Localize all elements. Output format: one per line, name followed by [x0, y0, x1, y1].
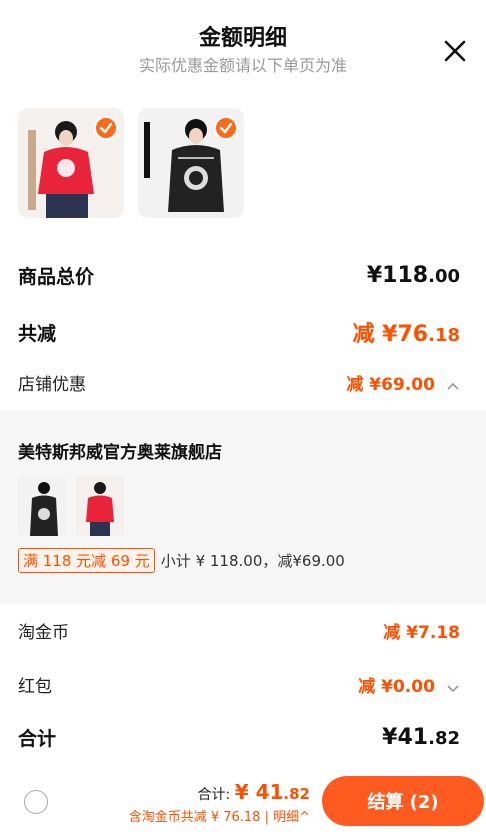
chevron-up-icon[interactable] — [446, 381, 460, 391]
sum-value: ¥41.82 — [382, 725, 460, 750]
promo-tag: 满 118 元减 69 元 — [18, 548, 155, 573]
shop-promo-line: 满 118 元减 69 元 小计 ¥ 118.00，减¥69.00 — [18, 548, 345, 573]
total-discount-row: 共减 减 ¥76.18 — [18, 316, 460, 348]
total-price-value: ¥118.00 — [366, 263, 460, 288]
bottom-total: 合计: ¥ 41.82 含淘金币共减 ¥ 76.18 | 明细^ — [129, 780, 310, 825]
header: 金额明细 实际优惠金额请以下单页为准 — [0, 0, 486, 90]
sum-row: 合计 ¥41.82 — [18, 724, 460, 751]
coins-label: 淘金币 — [18, 623, 69, 643]
chevron-down-icon[interactable] — [446, 683, 460, 693]
redpacket-value-wrap: 减 ¥0.00 — [358, 672, 460, 697]
shop-name: 美特斯邦威官方奥莱旗舰店 — [18, 443, 222, 463]
shop-thumb-black — [18, 476, 66, 536]
store-discount-value: 减 ¥69.00 — [346, 375, 435, 395]
selected-check-icon[interactable] — [94, 116, 118, 140]
total-price-label: 商品总价 — [18, 266, 95, 288]
total-discount-label: 共减 — [18, 322, 57, 345]
total-price-row: 商品总价 ¥118.00 — [18, 262, 460, 289]
select-all-radio[interactable] — [24, 790, 48, 814]
coins-row: 淘金币 减 ¥7.18 — [18, 618, 460, 643]
shop-detail-panel: 美特斯邦威官方奥莱旗舰店 满 118 元减 69 元 小计 ¥ 118.00，减… — [0, 410, 486, 604]
selected-check-icon[interactable] — [214, 116, 238, 140]
sum-label: 合计 — [18, 728, 57, 750]
coins-value: 减 ¥7.18 — [383, 623, 460, 643]
redpacket-row[interactable]: 红包 减 ¥0.00 — [18, 672, 460, 697]
bottom-total-line: 合计: ¥ 41.82 — [197, 780, 310, 804]
page-title: 金额明细 — [198, 26, 287, 51]
product-thumb-black[interactable] — [138, 108, 244, 218]
bottom-total-amount: ¥ 41.82 — [234, 780, 310, 804]
product-thumb-red[interactable] — [18, 108, 124, 218]
promo-subtotal: 小计 ¥ 118.00，减¥69.00 — [160, 552, 345, 570]
shop-thumb-red — [76, 476, 124, 536]
total-discount-value: 减 ¥76.18 — [352, 322, 460, 347]
store-discount-label: 店铺优惠 — [18, 375, 86, 395]
shop-product-thumbs — [18, 476, 124, 536]
store-discount-value-wrap: 减 ¥69.00 — [346, 370, 460, 395]
close-icon[interactable] — [440, 36, 470, 66]
bottom-bar: 合计: ¥ 41.82 含淘金币共减 ¥ 76.18 | 明细^ 结算 (2) — [0, 768, 486, 836]
checkout-button[interactable]: 结算 (2) — [322, 776, 484, 826]
redpacket-value: 减 ¥0.00 — [358, 677, 435, 697]
store-discount-row[interactable]: 店铺优惠 减 ¥69.00 — [18, 370, 460, 395]
product-thumbnails — [18, 108, 244, 220]
page-subtitle: 实际优惠金额请以下单页为准 — [138, 56, 347, 75]
bottom-detail-link[interactable]: 含淘金币共减 ¥ 76.18 | 明细^ — [129, 806, 310, 825]
redpacket-label: 红包 — [18, 677, 52, 697]
